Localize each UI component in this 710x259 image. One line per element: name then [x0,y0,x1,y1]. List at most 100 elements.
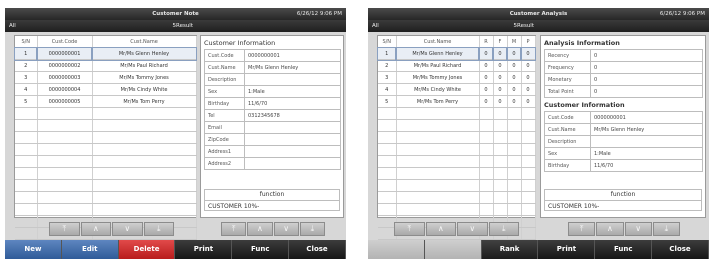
function-box[interactable]: function CUSTOMER 10%- [204,189,340,211]
page-down-icon[interactable]: ∨ [457,222,488,236]
empty-cell [521,119,536,132]
table-row[interactable] [15,179,197,192]
function-label: function [205,190,339,201]
table-row[interactable] [378,167,536,180]
analysis-info-panel: Analysis Information Recency 0 Frequency 0 M… [540,35,706,218]
first-page-icon[interactable]: ⤒ [394,222,425,236]
last-page-icon[interactable]: ⤓ [488,222,519,236]
close-button[interactable]: Close [652,240,709,259]
last-page-icon[interactable]: ⤓ [143,222,174,236]
rank-button[interactable]: Rank [481,240,539,259]
func-button[interactable]: Func [232,240,290,259]
info-value[interactable] [244,73,341,86]
new-button[interactable]: New [5,240,62,259]
info-value[interactable]: 0 [590,61,703,74]
function-box[interactable]: function CUSTOMER 10%- [544,189,702,211]
page-up-icon[interactable]: ∧ [247,222,273,236]
table-row[interactable] [15,131,197,144]
spacer-button [424,240,482,259]
filter-bar: All 5Result [5,20,197,32]
info-value[interactable]: 0000000001 [244,49,341,62]
row-cust-name: Mr/Ms Paul Richard [92,59,197,72]
table-row[interactable] [378,203,536,216]
list-nav: ⤒ ∧ ∨ ⤓ [394,222,519,236]
table-row[interactable] [15,167,197,180]
page-down-icon[interactable]: ∨ [273,222,299,236]
first-page-icon[interactable]: ⤒ [49,222,80,236]
page-down-icon[interactable]: ∨ [624,222,652,236]
delete-button[interactable]: Delete [118,240,176,259]
last-page-icon[interactable]: ⤓ [652,222,680,236]
column-header: S/N [378,36,397,48]
info-value[interactable] [590,135,703,148]
empty-cell [37,167,93,180]
table-row[interactable]: 1 0000000001 Mr/Ms Glenn Henley [14,46,197,61]
info-value[interactable] [244,133,341,146]
table-row[interactable]: 1 Mr/Ms Glenn Henley 0 0 0 0 [377,46,536,61]
last-page-icon[interactable]: ⤓ [299,222,325,236]
row-cust-code: 0000000002 [37,59,93,72]
info-row: Monetary 0 [544,73,703,86]
table-row[interactable] [15,119,197,132]
row-p: 0 [520,46,536,61]
empty-cell [15,215,38,228]
detail-header-bar [538,20,709,32]
table-row[interactable] [378,143,536,156]
table-row[interactable]: 4 Mr/Ms Cindy White 0 0 0 0 [378,83,536,96]
info-value[interactable]: 0 [590,49,703,62]
info-value[interactable]: 11/6/70 [244,97,341,110]
table-row[interactable] [15,191,197,204]
print-button[interactable]: Print [175,240,233,259]
table-row[interactable]: 5 0000000005 Mr/Ms Tom Perry [15,95,197,108]
table-row[interactable] [378,191,536,204]
info-value[interactable] [244,145,341,158]
table-row[interactable]: 2 Mr/Ms Paul Richard 0 0 0 0 [378,59,536,72]
column-header: Cust.Code [37,36,93,48]
table-row[interactable]: 3 0000000003 Mr/Ms Tommy Jones [15,71,197,84]
table-row[interactable] [15,155,197,168]
page-up-icon[interactable]: ∧ [425,222,456,236]
first-page-icon[interactable]: ⤒ [221,222,247,236]
table-row[interactable] [15,143,197,156]
table-row[interactable]: 4 0000000004 Mr/Ms Cindy White [15,83,197,96]
row-p: 0 [521,59,536,72]
table-row[interactable] [15,107,197,120]
row-sn: 5 [15,95,38,108]
page-down-icon[interactable]: ∨ [112,222,143,236]
filter-label[interactable]: All [9,23,16,29]
info-value[interactable]: 0 [590,85,703,98]
info-value[interactable]: 11/6/70 [590,159,703,172]
info-value[interactable]: Mr/Ms Glenn Henley [590,123,703,136]
customer-analysis-screen: Customer Analysis 6/26/12 9:06 PM All 5R… [368,8,709,259]
table-row[interactable]: 2 0000000002 Mr/Ms Paul Richard [15,59,197,72]
close-button[interactable]: Close [289,240,346,259]
table-row[interactable] [15,203,197,216]
page-up-icon[interactable]: ∧ [596,222,624,236]
table-row[interactable] [378,131,536,144]
info-value[interactable]: 1:Male [590,147,703,160]
page-up-icon[interactable]: ∧ [80,222,111,236]
table-row[interactable]: 5 Mr/Ms Tom Perry 0 0 0 0 [378,95,536,108]
empty-cell [378,107,397,120]
section-title: Customer Information [544,101,625,109]
first-page-icon[interactable]: ⤒ [568,222,596,236]
info-value[interactable]: 0000000001 [590,111,703,124]
func-button[interactable]: Func [595,240,653,259]
info-value[interactable] [244,157,341,170]
table-row[interactable] [378,107,536,120]
table-row[interactable] [378,119,536,132]
table-row[interactable] [378,179,536,192]
info-value[interactable]: 0312345678 [244,109,341,122]
row-sn: 1 [377,46,397,61]
action-bar: New Edit Delete Print Func Close [5,240,346,259]
info-value[interactable] [244,121,341,134]
edit-button[interactable]: Edit [61,240,119,259]
filter-label[interactable]: All [372,23,379,29]
row-r: 0 [479,95,494,108]
info-value[interactable]: 0 [590,73,703,86]
table-row[interactable] [378,155,536,168]
info-value[interactable]: 1:Male [244,85,341,98]
info-value[interactable]: Mr/Ms Glenn Henley [244,61,341,74]
table-row[interactable]: 3 Mr/Ms Tommy Jones 0 0 0 0 [378,71,536,84]
print-button[interactable]: Print [538,240,596,259]
